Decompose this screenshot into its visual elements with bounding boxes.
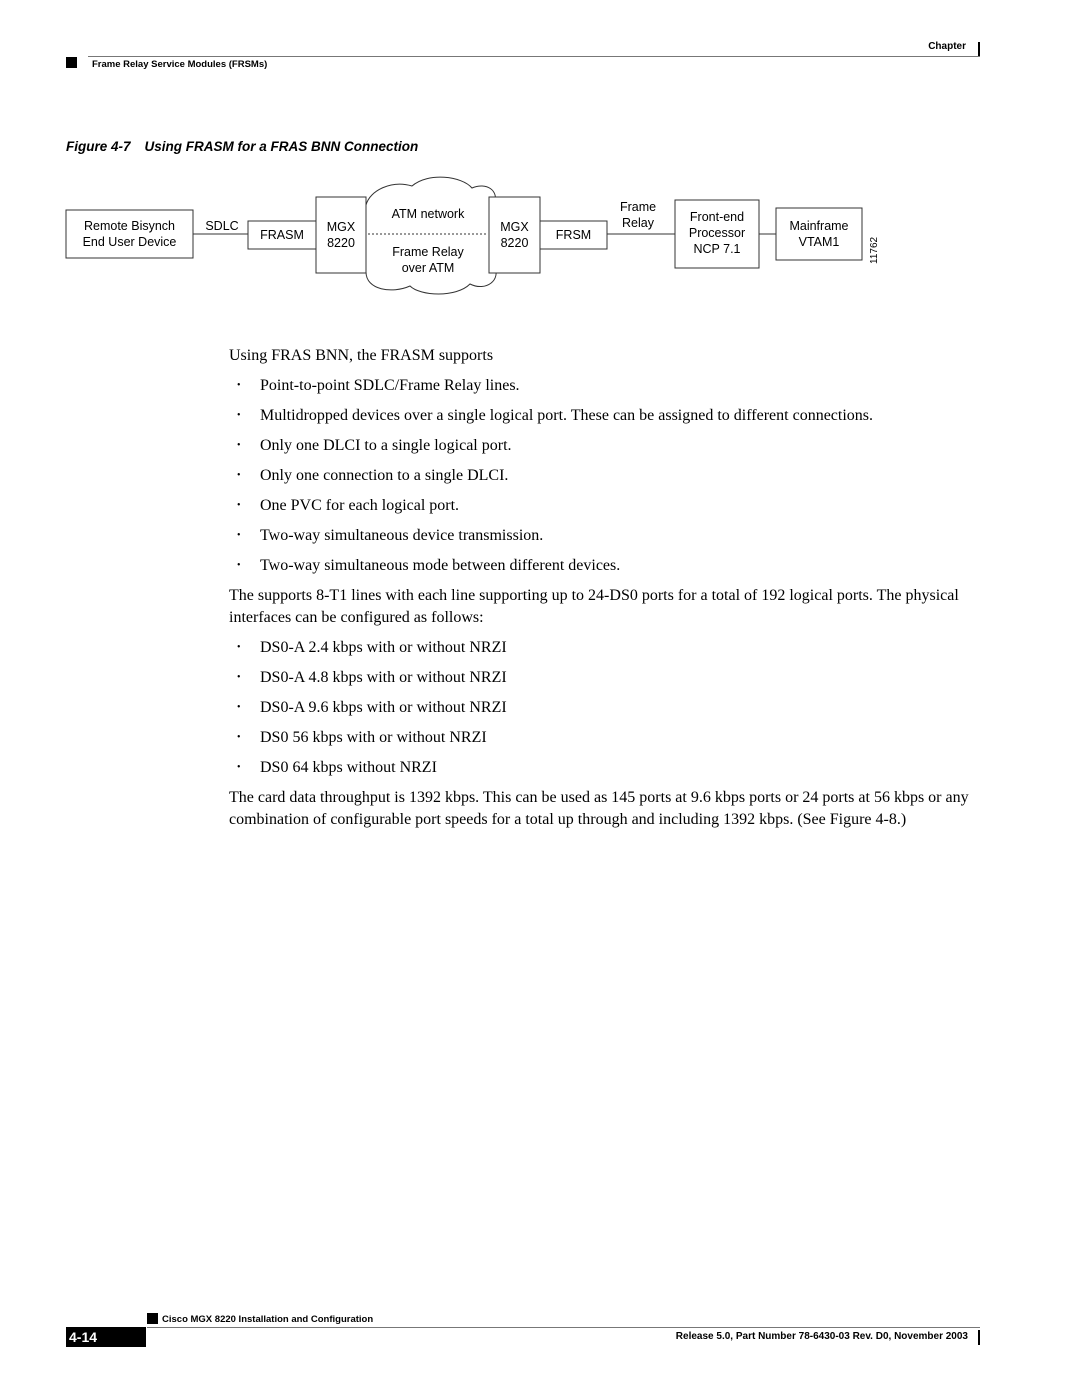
list-item-text: One PVC for each logical port.: [260, 497, 460, 514]
remote-device-line1: Remote Bisynch: [83, 219, 175, 233]
bullet-icon: •: [237, 560, 241, 571]
network-diagram: Remote Bisynch End User Device SDLC FRAS…: [0, 0, 1080, 320]
mgx-left-line1: MGX: [326, 220, 356, 234]
mainframe-line2: VTAM1: [798, 235, 840, 249]
list-item-text: Two-way simultaneous mode between differ…: [260, 557, 621, 574]
front-end-box: [674, 199, 760, 269]
intro-text: Using FRAS BNN, the FRASM supports: [229, 347, 494, 364]
figure-title: Using FRASM for a FRAS BNN Connection: [144, 139, 419, 154]
cloud-top-label: ATM network: [391, 207, 465, 221]
bullet-icon: •: [237, 642, 241, 653]
front-end-line1: Front-end: [689, 210, 745, 224]
diagram-shapes: [65, 176, 863, 295]
section-title: Frame Relay Service Modules (FRSMs): [92, 59, 268, 70]
front-end-line3: NCP 7.1: [693, 242, 741, 256]
list-item-text: Two-way simultaneous device transmission…: [260, 527, 544, 544]
bullet-icon: •: [237, 440, 241, 451]
mainframe-label: Mainframe VTAM1: [776, 218, 862, 250]
mgx-left-label: MGX 8220: [316, 219, 366, 251]
bullet-icon: •: [237, 500, 241, 511]
figure-number: Figure 4-7: [66, 139, 131, 154]
mgx-right-line2: 8220: [500, 236, 529, 250]
front-end-label: Front-end Processor NCP 7.1: [675, 209, 759, 257]
bullet-icon: •: [237, 470, 241, 481]
bullet-icon: •: [237, 380, 241, 391]
chapter-label: Chapter: [928, 41, 966, 52]
list-item-text: DS0 56 kbps with or without NRZI: [260, 729, 487, 746]
book-title: Cisco MGX 8220 Installation and Configur…: [162, 1314, 374, 1325]
mgx-right-line1: MGX: [500, 220, 529, 234]
remote-device-label: Remote Bisynch End User Device: [66, 218, 193, 250]
header-square-icon: [66, 57, 77, 68]
throughput-paragraph: The card data throughput is 1392 kbps. T…: [229, 789, 969, 828]
footer-rule: [147, 1327, 980, 1328]
frsm-label: FRSM: [555, 228, 592, 242]
frame-relay-line1: Frame: [619, 200, 657, 214]
cloud-bottom-label: Frame Relay over ATM: [378, 244, 478, 276]
mgx-left-line2: 8220: [327, 236, 355, 250]
page-number: 4-14: [66, 1327, 146, 1347]
list-item-text: Point-to-point SDLC/Frame Relay lines.: [260, 377, 520, 394]
mgx-right-label: MGX 8220: [489, 219, 540, 251]
mainframe-box: [775, 207, 863, 261]
footer-square-icon: [147, 1313, 158, 1324]
bullet-icon: •: [237, 702, 241, 713]
frasm-box: [247, 220, 317, 250]
list-item-text: DS0 64 kbps without NRZI: [260, 759, 437, 776]
list-item-text: Multidropped devices over a single logic…: [260, 407, 874, 424]
front-end-line2: Processor: [688, 226, 746, 240]
mainframe-line1: Mainframe: [789, 219, 849, 233]
bullet-icon: •: [237, 530, 241, 541]
bullet-icon: •: [237, 762, 241, 773]
list-item-text: DS0-A 2.4 kbps with or without NRZI: [260, 639, 507, 656]
bullet-icon: •: [237, 672, 241, 683]
frame-relay-link-label: Frame Relay: [612, 199, 664, 231]
frame-relay-line2: Relay: [622, 216, 654, 230]
sdlc-label: SDLC: [205, 219, 239, 233]
frsm-box: [539, 220, 608, 250]
header-marker-bar: [978, 42, 980, 57]
remote-device-line2: End User Device: [82, 235, 177, 249]
bullet-icon: •: [237, 732, 241, 743]
release-info: Release 5.0, Part Number 78-6430-03 Rev.…: [675, 1331, 968, 1342]
list-item-text: DS0-A 9.6 kbps with or without NRZI: [260, 699, 507, 716]
cloud-bottom-line2: over ATM: [401, 261, 455, 275]
figure-caption: Figure 4-7 Using FRASM for a FRAS BNN Con…: [66, 139, 418, 154]
cloud-bottom-line1: Frame Relay: [392, 245, 464, 259]
mgx-left-box: [315, 196, 367, 274]
frasm-label: FRASM: [260, 228, 304, 242]
interfaces-paragraph: The supports 8-T1 lines with each line s…: [229, 587, 959, 626]
figure-id: 11762: [869, 236, 880, 264]
list-item-text: Only one DLCI to a single logical port.: [260, 437, 512, 454]
list-item-text: DS0-A 4.8 kbps with or without NRZI: [260, 669, 507, 686]
bullet-icon: •: [237, 410, 241, 421]
header-rule: [88, 56, 980, 57]
footer-marker-bar: [978, 1330, 980, 1345]
atm-cloud: [365, 176, 497, 295]
remote-device-box: [65, 209, 194, 259]
list-item-text: Only one connection to a single DLCI.: [260, 467, 509, 484]
mgx-right-box: [488, 196, 541, 274]
